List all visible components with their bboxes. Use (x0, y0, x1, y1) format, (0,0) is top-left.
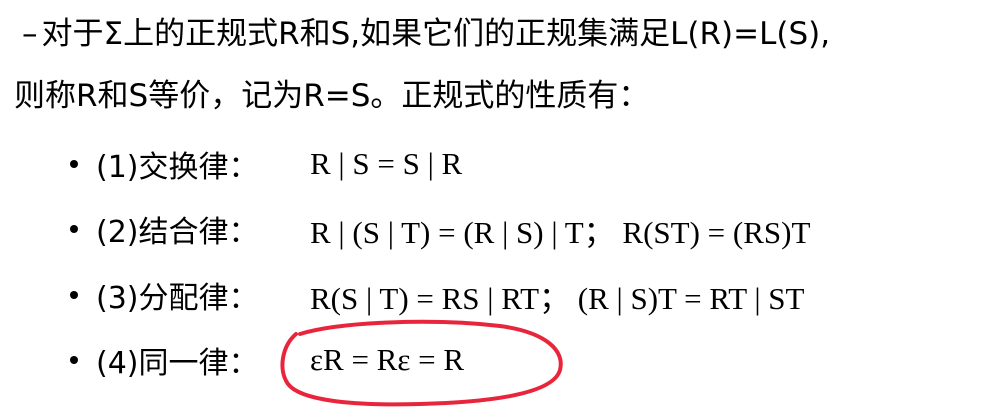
law-label: (3)分配律： (96, 281, 259, 316)
bullet-icon (70, 225, 78, 233)
intro-text-1: 对于Σ上的正规式R和S,如果它们的正规集满足L(R)=L(S), (41, 16, 831, 52)
bullet-icon (70, 160, 78, 168)
law-label: (4)同一律： (96, 346, 259, 381)
law-item-associative: (2)结合律： R | (S | T) = (R | S) | T； R(ST)… (70, 207, 810, 251)
bullet-icon (70, 356, 78, 364)
law-formula: εR = Rε = R (310, 342, 465, 377)
law-item-commutative: (1)交换律： R | S = S | R (70, 142, 462, 186)
dash-marker: – (22, 16, 38, 52)
law-formula: R | S = S | R (310, 146, 463, 181)
law-formula: R(S | T) = RS | RT； (R | S)T = RT | ST (310, 280, 805, 316)
law-label: (1)交换律： (96, 150, 259, 185)
law-item-identity: (4)同一律： εR = Rε = R (70, 338, 464, 382)
intro-line-1: – 对于Σ上的正规式R和S,如果它们的正规集满足L(R)=L(S), (22, 14, 830, 54)
law-label: (2)结合律： (96, 215, 259, 250)
slide-content: – 对于Σ上的正规式R和S,如果它们的正规集满足L(R)=L(S), 则称R和S等… (0, 0, 1002, 415)
law-item-distributive: (3)分配律： R(S | T) = RS | RT； (R | S)T = R… (70, 273, 804, 317)
intro-line-2: 则称R和S等价，记为R=S。正规式的性质有： (14, 78, 650, 114)
bullet-icon (70, 291, 78, 299)
law-formula: R | (S | T) = (R | S) | T； R(ST) = (RS)T (310, 214, 811, 250)
